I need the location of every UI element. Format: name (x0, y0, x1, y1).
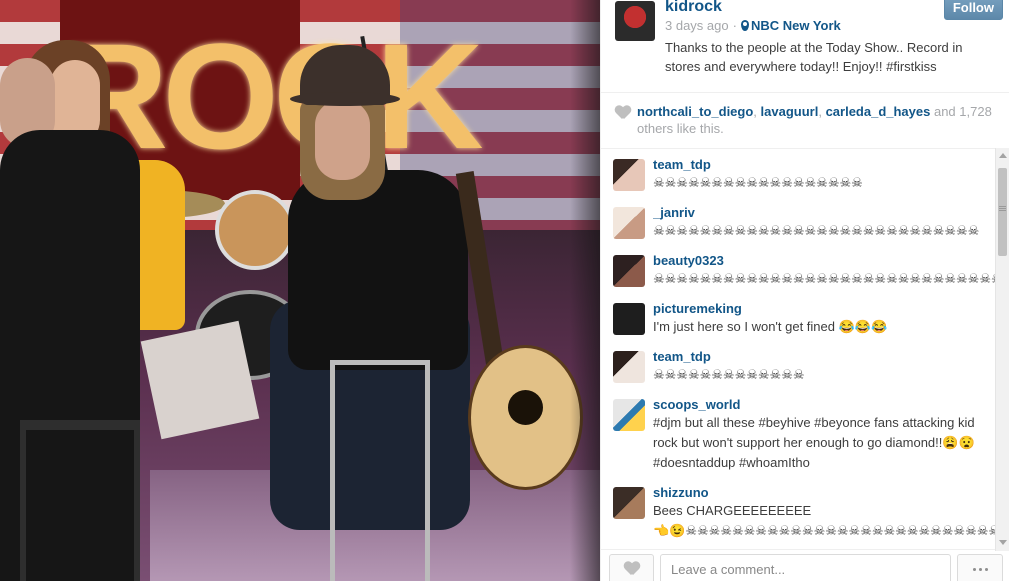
comment-username[interactable]: scoops_world (653, 397, 983, 413)
comment-item: team_tdp ☠☠☠☠☠☠☠☠☠☠☠☠☠☠☠☠☠☠ (601, 157, 1009, 205)
scroll-up-arrow[interactable] (999, 153, 1007, 158)
comment-text: I'm just here so I won't get fined 😂😂😂 (653, 319, 888, 334)
comment-item: scoops_world #djm but all these #beyhive… (601, 397, 1009, 485)
meta-separator: · (732, 18, 737, 33)
ellipsis-icon (984, 567, 988, 571)
comment-text: Bees CHARGEEEEEEEEE (653, 503, 812, 518)
commenter-avatar[interactable] (613, 255, 645, 287)
comment-body: scoops_world #djm but all these #beyhive… (653, 397, 983, 485)
bar-stool (330, 360, 430, 581)
likes-count[interactable]: 1,728 (959, 104, 992, 119)
comment-item: _janriv ☠☠☠☠☠☠☠☠☠☠☠☠☠☠☠☠☠☠☠☠☠☠☠☠☠☠☠☠ (601, 205, 1009, 253)
comment-body: team_tdp ☠☠☠☠☠☠☠☠☠☠☠☠☠☠☠☠☠☠ (653, 157, 863, 205)
comment-item: beauty0323 ☠☠☠☠☠☠☠☠☠☠☠☠☠☠☠☠☠☠☠☠☠☠☠☠☠☠☠☠☠… (601, 253, 1009, 301)
comment-text-continued: 👈😉☠☠☠☠☠☠☠☠☠☠☠☠☠☠☠☠☠☠☠☠☠☠☠☠☠☠☠☠☠☠☠☠☠☠ (653, 523, 995, 538)
likes-and: and (930, 104, 960, 119)
commenter-avatar[interactable] (613, 207, 645, 239)
post-location[interactable]: NBC New York (751, 18, 841, 33)
heart-icon (615, 106, 631, 120)
ellipsis-icon (978, 567, 982, 571)
comment-item: team_tdp ☠☠☠☠☠☠☠☠☠☠☠☠☠ (601, 349, 1009, 397)
comment-bar (601, 549, 1009, 581)
likes-suffix: others like this. (637, 121, 724, 136)
guest-sweater (288, 170, 468, 370)
post-caption: Thanks to the people at the Today Show..… (665, 40, 963, 74)
likes-section: northcali_to_diego, lavaguurl, carleda_d… (601, 93, 1009, 149)
commenter-avatar[interactable] (613, 159, 645, 191)
comment-body: beauty0323 ☠☠☠☠☠☠☠☠☠☠☠☠☠☠☠☠☠☠☠☠☠☠☠☠☠☠☠☠☠… (653, 253, 995, 301)
comments-list[interactable]: team_tdp ☠☠☠☠☠☠☠☠☠☠☠☠☠☠☠☠☠☠ _janriv ☠☠☠☠… (601, 149, 1009, 549)
guitar-soundhole (508, 390, 543, 425)
map-pin-icon (740, 20, 749, 31)
comment-item: shizzuno Bees CHARGEEEEEEEEE 👈😉☠☠☠☠☠☠☠☠☠… (601, 485, 1009, 549)
host-stool (20, 420, 140, 581)
liker-link[interactable]: carleda_d_hayes (826, 104, 931, 119)
comment-username[interactable]: shizzuno (653, 485, 995, 501)
comment-username[interactable]: beauty0323 (653, 253, 995, 269)
comment-text: ☠☠☠☠☠☠☠☠☠☠☠☠☠☠☠☠☠☠☠☠☠☠☠☠☠☠☠☠ (653, 223, 980, 238)
post-header: kidrock 3 days ago · NBC New York Thanks… (601, 0, 1009, 93)
comment-body: _janriv ☠☠☠☠☠☠☠☠☠☠☠☠☠☠☠☠☠☠☠☠☠☠☠☠☠☠☠☠ (653, 205, 979, 253)
post-meta: 3 days ago · NBC New York (665, 18, 997, 33)
likes-summary: northcali_to_diego, lavaguurl, carleda_d… (637, 103, 997, 136)
post-sidebar: kidrock 3 days ago · NBC New York Thanks… (600, 0, 1009, 581)
comment-text: ☠☠☠☠☠☠☠☠☠☠☠☠☠☠☠☠☠☠☠☠☠☠☠☠☠☠☠☠☠☠☠☠☠☠☠☠ (653, 271, 995, 286)
comment-username[interactable]: team_tdp (653, 349, 805, 365)
scrollbar-grip (999, 206, 1006, 207)
scroll-down-arrow[interactable] (999, 540, 1007, 545)
comment-text: ☠☠☠☠☠☠☠☠☠☠☠☠☠☠☠☠☠☠ (653, 175, 863, 190)
comment-username[interactable]: picturemeking (653, 301, 887, 317)
commenter-avatar[interactable] (613, 351, 645, 383)
ellipsis-icon (972, 567, 976, 571)
tom-drum (215, 190, 295, 270)
comment-body: team_tdp ☠☠☠☠☠☠☠☠☠☠☠☠☠ (653, 349, 805, 397)
more-options-button[interactable] (957, 554, 1003, 581)
comment-text: ☠☠☠☠☠☠☠☠☠☠☠☠☠ (653, 367, 805, 382)
follow-button[interactable]: Follow (943, 0, 1003, 20)
liker-link[interactable]: northcali_to_diego (637, 104, 753, 119)
liker-link[interactable]: lavaguurl (761, 104, 819, 119)
post-photo[interactable]: ROCK (0, 0, 600, 581)
guest-face (315, 100, 370, 180)
commenter-avatar[interactable] (613, 399, 645, 431)
comment-username[interactable]: _janriv (653, 205, 979, 221)
comment-body: picturemeking I'm just here so I won't g… (653, 301, 887, 349)
likes-sep: , (818, 104, 826, 119)
guest-hat-brim (290, 92, 400, 106)
like-button[interactable] (609, 554, 654, 581)
comment-item: picturemeking I'm just here so I won't g… (601, 301, 1009, 349)
comment-body: shizzuno Bees CHARGEEEEEEEEE 👈😉☠☠☠☠☠☠☠☠☠… (653, 485, 995, 549)
photo-vignette (570, 0, 600, 581)
post-time[interactable]: 3 days ago (665, 18, 729, 33)
comment-input[interactable] (660, 554, 951, 581)
scrollbar-thumb[interactable] (998, 168, 1007, 256)
host-legs (140, 320, 260, 440)
commenter-avatar[interactable] (613, 487, 645, 519)
commenter-avatar[interactable] (613, 303, 645, 335)
heart-icon (624, 562, 640, 576)
author-avatar[interactable] (615, 1, 655, 41)
instagram-post-view: ROCK kidrock 3 days ago · NBC New York T… (0, 0, 1009, 581)
likes-sep: , (753, 104, 761, 119)
comment-text: #djm but all these #beyhive #beyonce fan… (653, 415, 975, 470)
comments-scrollbar[interactable] (995, 148, 1009, 551)
comment-username[interactable]: team_tdp (653, 157, 863, 173)
